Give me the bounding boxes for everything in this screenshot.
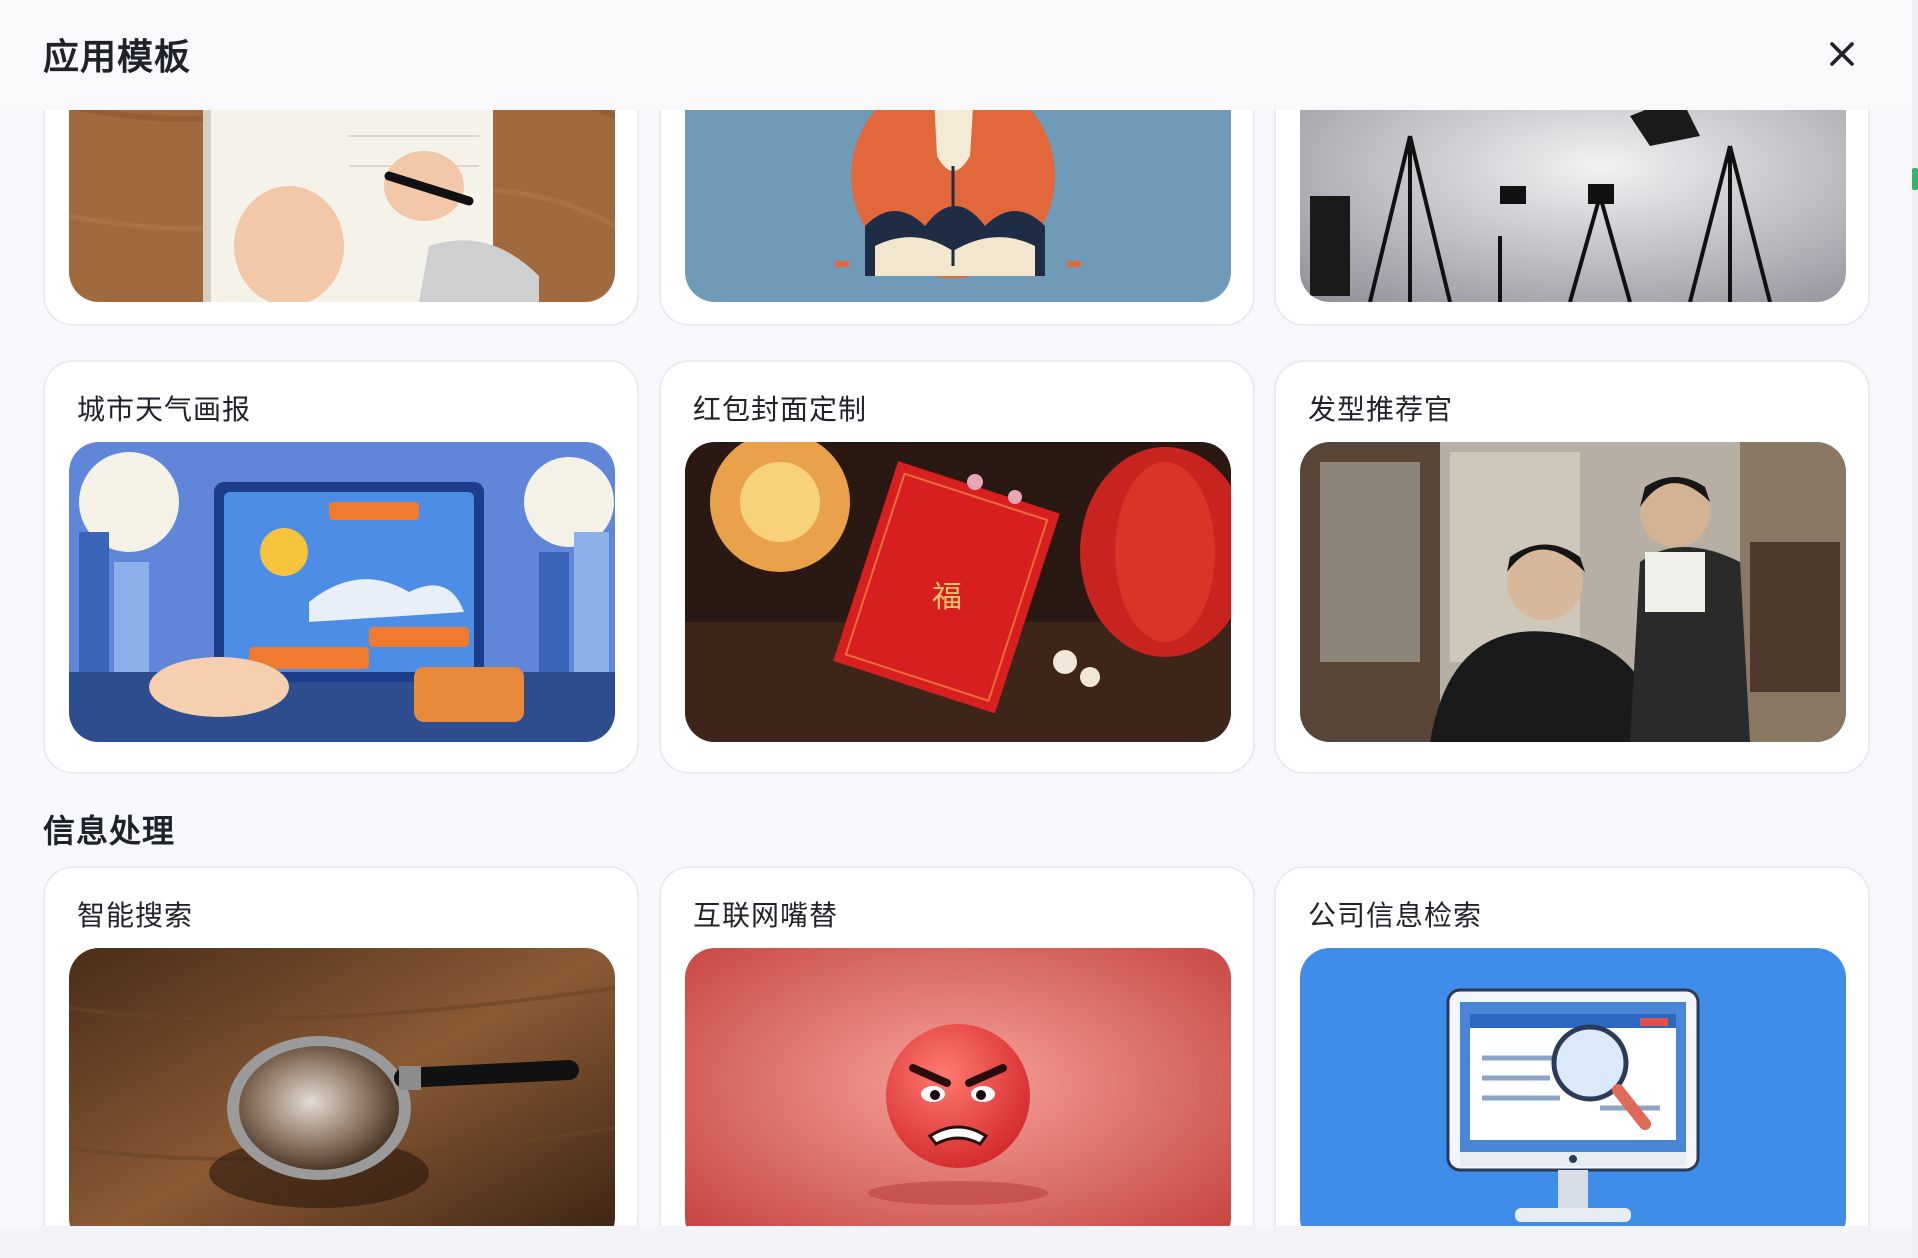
monitor-search-image xyxy=(1300,948,1846,1226)
city-weather-poster-image xyxy=(69,442,615,742)
modal-footer xyxy=(0,1226,1918,1258)
status-indicator xyxy=(1912,168,1918,190)
template-card[interactable] xyxy=(659,110,1255,326)
card-title: 互联网嘴替 xyxy=(693,899,839,932)
template-card[interactable] xyxy=(43,110,639,326)
template-card-hairstyle[interactable]: 发型推荐官 xyxy=(1274,360,1870,774)
close-icon xyxy=(1830,42,1854,66)
card-title: 智能搜索 xyxy=(77,899,194,932)
modal-header: 应用模板 xyxy=(0,0,1918,110)
photo-studio-image xyxy=(1300,110,1846,302)
card-title: 发型推荐官 xyxy=(1308,393,1454,426)
angry-face-image xyxy=(685,948,1231,1226)
magnifier-on-wood-image xyxy=(69,948,615,1226)
template-card-red-envelope[interactable]: 红包封面定制 福 xyxy=(659,360,1255,774)
template-card-city-weather[interactable]: 城市天气画报 xyxy=(43,360,639,774)
card-title: 城市天气画报 xyxy=(77,393,252,426)
svg-text:福: 福 xyxy=(932,580,962,615)
template-card-internet-mouth[interactable]: 互联网嘴替 xyxy=(659,866,1255,1226)
template-card[interactable] xyxy=(1274,110,1870,326)
template-list[interactable]: 城市天气画报 红包封面定制 福 发型推荐官 信息处理 智能搜索 互联网嘴替 公司… xyxy=(0,110,1918,1226)
template-card-company-search[interactable]: 公司信息检索 xyxy=(1274,866,1870,1226)
modal-title: 应用模板 xyxy=(43,37,192,78)
lightbulb-illustration-image xyxy=(685,110,1231,302)
section-title: 信息处理 xyxy=(43,812,176,850)
template-card-smart-search[interactable]: 智能搜索 xyxy=(43,866,639,1226)
close-button[interactable] xyxy=(1822,34,1862,74)
red-envelope-image: 福 xyxy=(685,442,1231,742)
barber-shop-image xyxy=(1300,442,1846,742)
card-title: 红包封面定制 xyxy=(693,393,868,426)
notebook-writing-image xyxy=(69,110,615,302)
card-title: 公司信息检索 xyxy=(1308,899,1483,932)
